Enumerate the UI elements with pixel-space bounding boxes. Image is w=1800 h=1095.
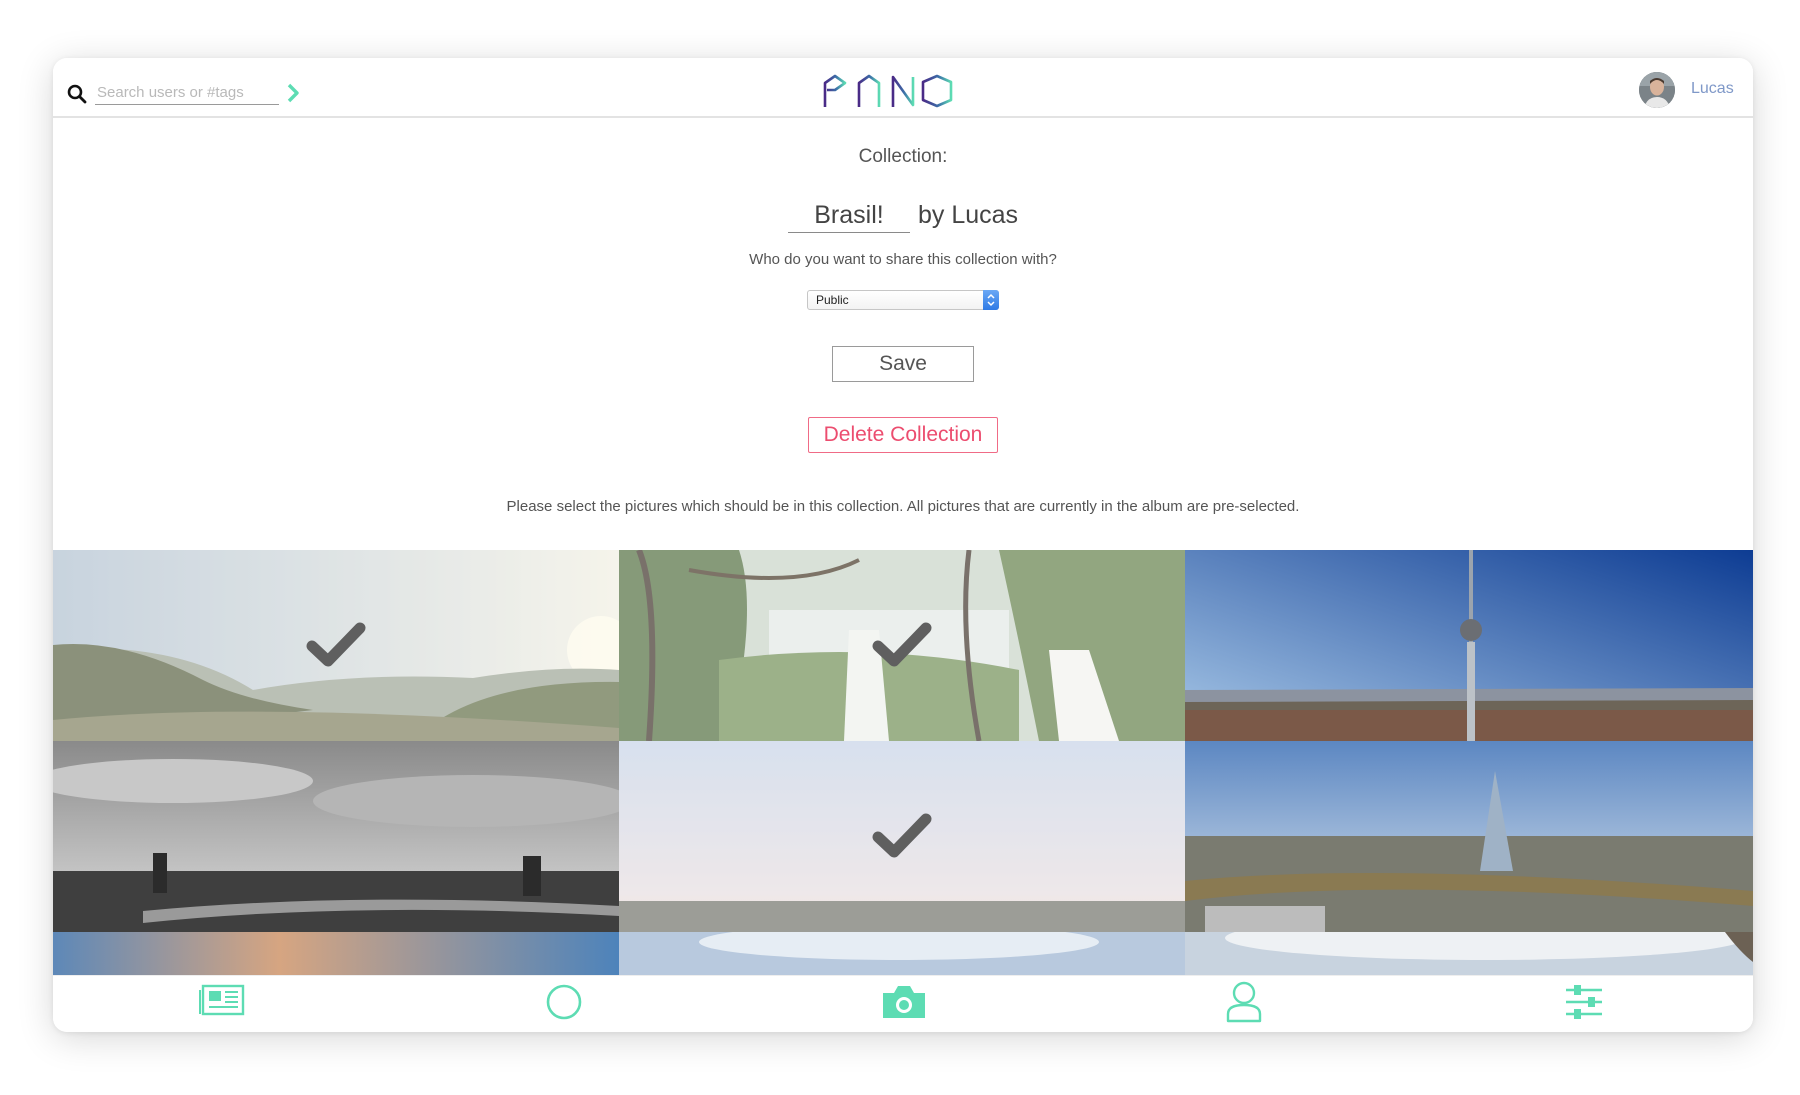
sliders-icon bbox=[1566, 985, 1602, 1019]
collection-name-input[interactable] bbox=[787, 198, 910, 233]
shard-city-photo bbox=[1185, 741, 1753, 932]
photo-tile[interactable] bbox=[53, 741, 619, 932]
bottom-nav bbox=[53, 975, 1753, 1032]
photo-tile[interactable] bbox=[619, 932, 1185, 975]
owner-label: by Lucas bbox=[917, 201, 1019, 229]
photo-tile[interactable] bbox=[1185, 932, 1753, 975]
bright-sky-photo bbox=[1185, 932, 1753, 975]
checkmark-icon bbox=[306, 622, 366, 667]
photo-tile[interactable] bbox=[1185, 741, 1753, 932]
user-icon bbox=[1226, 981, 1262, 1023]
search-input[interactable] bbox=[95, 80, 279, 105]
chevron-right-icon[interactable] bbox=[285, 82, 301, 104]
share-select[interactable]: Public bbox=[807, 290, 999, 310]
checkmark-icon bbox=[872, 622, 932, 667]
search-icon[interactable] bbox=[67, 84, 87, 104]
select-arrows-icon bbox=[983, 290, 999, 310]
share-question: Who do you want to share this collection… bbox=[749, 251, 1057, 268]
sunset-clouds-photo bbox=[53, 932, 619, 975]
checkmark-icon bbox=[872, 813, 932, 858]
instructions-text: Please select the pictures which should … bbox=[506, 498, 1300, 515]
nav-upload[interactable] bbox=[879, 980, 929, 1024]
photo-tile[interactable] bbox=[1185, 550, 1753, 741]
bw-city-photo bbox=[53, 741, 619, 932]
nav-settings[interactable] bbox=[1559, 980, 1609, 1024]
collection-label: Collection: bbox=[858, 146, 948, 167]
tv-tower-photo bbox=[1185, 550, 1753, 741]
newspaper-icon bbox=[199, 984, 245, 1016]
app-window: Lucas Collection: by Lucas Who do you wa… bbox=[53, 58, 1753, 1032]
pano-logo[interactable] bbox=[823, 73, 983, 109]
photo-tile[interactable] bbox=[53, 550, 619, 741]
share-select-value: Public bbox=[816, 293, 849, 307]
save-button[interactable]: Save bbox=[832, 346, 974, 382]
delete-collection-button[interactable]: Delete Collection bbox=[808, 417, 998, 453]
circle-icon bbox=[546, 984, 582, 1020]
pale-sky-photo bbox=[619, 932, 1185, 975]
camera-icon bbox=[883, 986, 925, 1018]
photo-grid bbox=[53, 550, 1753, 975]
top-bar: Lucas bbox=[53, 58, 1753, 118]
photo-tile[interactable] bbox=[53, 932, 619, 975]
photo-tile[interactable] bbox=[619, 550, 1185, 741]
nav-profile[interactable] bbox=[1219, 980, 1269, 1024]
collection-name-row: by Lucas bbox=[53, 198, 1753, 233]
nav-explore[interactable] bbox=[539, 980, 589, 1024]
avatar[interactable] bbox=[1639, 72, 1675, 108]
photo-tile[interactable] bbox=[619, 741, 1185, 932]
nav-feed[interactable] bbox=[198, 980, 248, 1024]
username-link[interactable]: Lucas bbox=[1691, 80, 1734, 98]
